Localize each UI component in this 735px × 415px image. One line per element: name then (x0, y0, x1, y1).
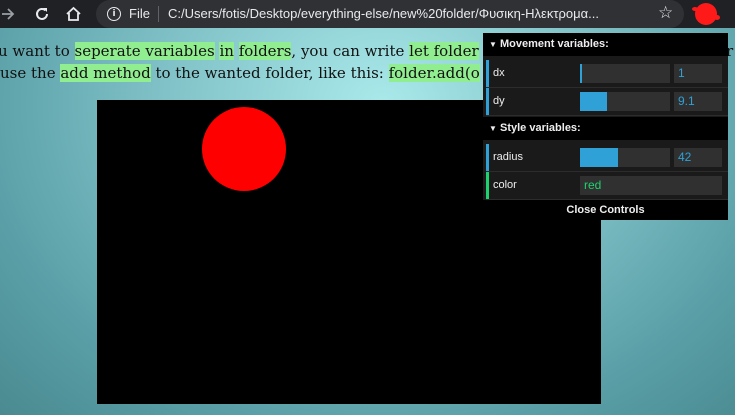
number-accent (486, 60, 489, 87)
highlighted-text: folder.add(o (388, 64, 480, 82)
control-name: dx (493, 67, 505, 79)
dy-slider[interactable] (580, 92, 670, 111)
number-accent (486, 144, 489, 171)
info-icon[interactable]: i (107, 7, 121, 21)
string-accent (486, 172, 489, 199)
control-row-radius: radius 42 (486, 144, 728, 172)
control-name: color (493, 179, 517, 191)
control-name: dy (493, 95, 505, 107)
folder-style-title[interactable]: ▼ Style variables: (483, 117, 728, 140)
highlighted-text: folders (238, 42, 292, 60)
controls-panel: ▼ Movement variables: dx 1 dy 9.1 ▼ Styl… (483, 33, 728, 220)
close-controls-button[interactable]: Close Controls (483, 200, 728, 220)
control-row-dx: dx 1 (486, 60, 728, 88)
control-row-color: color red (486, 172, 728, 200)
text-segment: use the (0, 64, 61, 82)
slider-fill (580, 64, 582, 83)
highlighted-text: let folder (409, 42, 479, 60)
folder-movement-title[interactable]: ▼ Movement variables: (483, 33, 728, 56)
separator (158, 6, 159, 22)
forward-icon[interactable] (0, 2, 16, 26)
control-row-dy: dy 9.1 (486, 88, 728, 116)
dy-value-input[interactable]: 9.1 (674, 92, 722, 111)
url-text[interactable]: C:/Users/fotis/Desktop/everything-else/n… (168, 6, 646, 21)
text-segment (234, 42, 239, 60)
page-text-line-2: use the add method to the wanted folder,… (0, 62, 480, 84)
text-segment: , you can write (291, 42, 410, 60)
address-bar[interactable]: i File C:/Users/fotis/Desktop/everything… (96, 0, 684, 28)
number-accent (486, 88, 489, 115)
text-segment: to the wanted folder, like this: (150, 64, 389, 82)
caret-down-icon: ▼ (489, 124, 497, 133)
highlighted-text: add method (60, 64, 151, 82)
home-icon[interactable] (60, 2, 86, 26)
browser-toolbar: i File C:/Users/fotis/Desktop/everything… (0, 0, 735, 28)
dx-slider[interactable] (580, 64, 670, 83)
radius-slider[interactable] (580, 148, 670, 167)
highlighted-text: seperate variables (74, 42, 215, 60)
text-segment: u want to (0, 42, 75, 60)
slider-fill (580, 92, 607, 111)
reload-icon[interactable] (30, 2, 54, 26)
dx-value-input[interactable]: 1 (674, 64, 722, 83)
red-ball (202, 107, 286, 191)
control-name: radius (493, 151, 523, 163)
highlighted-text: in (219, 42, 234, 60)
caret-down-icon: ▼ (489, 40, 497, 49)
color-text-input[interactable]: red (580, 176, 722, 195)
profile-avatar[interactable] (692, 3, 720, 25)
file-label: File (129, 6, 150, 21)
radius-value-input[interactable]: 42 (674, 148, 722, 167)
slider-fill (580, 148, 618, 167)
page-text-line-1: u want to seperate variables in folders,… (0, 40, 498, 62)
bookmark-star-icon[interactable]: ☆ (658, 3, 673, 23)
